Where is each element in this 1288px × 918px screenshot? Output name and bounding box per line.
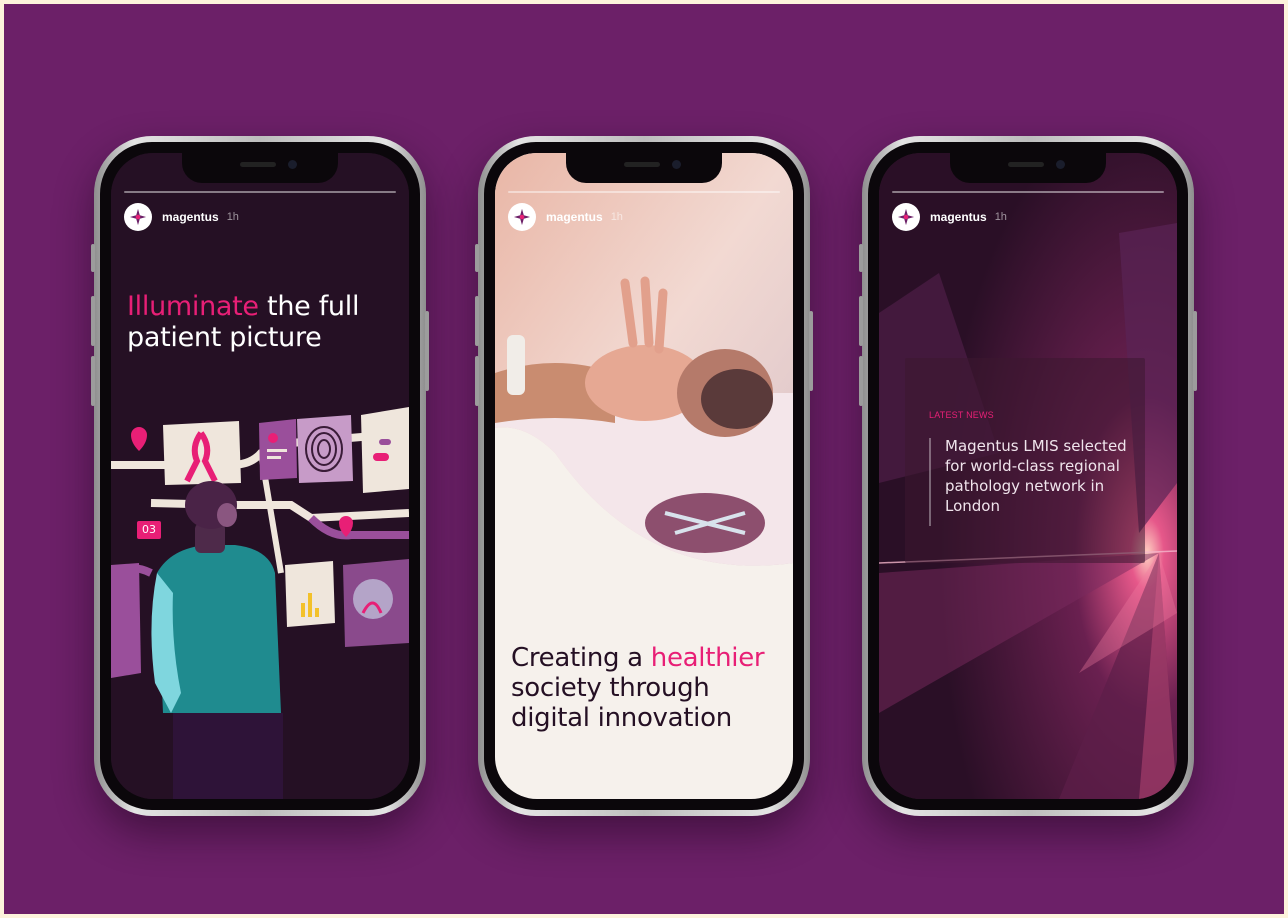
fingerprint-panel — [297, 415, 353, 483]
news-card[interactable]: LATEST NEWS Magentus LMIS selected for w… — [905, 358, 1145, 563]
story-progress-bar — [892, 191, 1164, 193]
scan-panel — [343, 559, 409, 647]
news-headline[interactable]: Magentus LMIS selected for world-class r… — [945, 436, 1135, 516]
mockup-stage: 03 Illuminate the full patient picture m… — [4, 4, 1284, 914]
username[interactable]: magentus — [930, 210, 987, 224]
phone-mockup-2: Creating a healthier society through dig… — [475, 136, 813, 816]
news-divider — [929, 438, 931, 526]
camera-icon — [672, 160, 681, 169]
chart-panel — [285, 561, 335, 627]
avatar[interactable] — [892, 203, 920, 231]
story-progress-bar — [508, 191, 780, 193]
news-label: LATEST NEWS — [929, 410, 994, 420]
username[interactable]: magentus — [546, 210, 603, 224]
phone-power-button — [425, 311, 429, 391]
post-time: 1h — [994, 211, 1007, 223]
phone-volume-up — [91, 296, 95, 346]
story-1-headline: Illuminate the full patient picture — [127, 291, 359, 353]
avatar[interactable] — [124, 203, 152, 231]
headline-highlight: healthier — [650, 643, 765, 673]
ribbon-panel — [163, 421, 241, 485]
story-badge-number: 03 — [137, 521, 161, 539]
profile-panel — [259, 419, 297, 480]
speaker-icon — [624, 162, 660, 167]
story-header[interactable]: magentus 1h — [124, 203, 239, 231]
phone-side-button — [475, 244, 479, 272]
speaker-icon — [240, 162, 276, 167]
phone-side-button — [859, 244, 863, 272]
headline-highlight: Illuminate — [127, 291, 259, 322]
phone-volume-down — [859, 356, 863, 406]
magentus-logo-icon — [129, 208, 147, 226]
camera-icon — [288, 160, 297, 169]
post-time: 1h — [610, 211, 623, 223]
phone-mockup-3: LATEST NEWS Magentus LMIS selected for w… — [859, 136, 1197, 816]
phone-side-button — [91, 244, 95, 272]
phone-volume-down — [91, 356, 95, 406]
headline-text: the full — [258, 291, 360, 322]
phone-mockup-1: 03 Illuminate the full patient picture m… — [91, 136, 429, 816]
story-2-headline: Creating a healthier society through dig… — [511, 643, 765, 733]
phone-power-button — [1193, 311, 1197, 391]
headline-text: Creating a — [511, 643, 651, 673]
phone-volume-down — [475, 356, 479, 406]
magentus-logo-icon — [513, 208, 531, 226]
phone-notch — [182, 153, 338, 183]
camera-icon — [1056, 160, 1065, 169]
post-time: 1h — [226, 211, 239, 223]
magentus-logo-icon — [897, 208, 915, 226]
pills-panel — [361, 407, 409, 493]
headline-text-line3: digital innovation — [511, 703, 732, 733]
phone-notch — [566, 153, 722, 183]
username[interactable]: magentus — [162, 210, 219, 224]
story-header[interactable]: magentus 1h — [508, 203, 623, 231]
story-header[interactable]: magentus 1h — [892, 203, 1007, 231]
headline-text-line2: society through — [511, 673, 710, 703]
story-progress-bar — [124, 191, 396, 193]
phone-power-button — [809, 311, 813, 391]
phone-notch — [950, 153, 1106, 183]
avatar[interactable] — [508, 203, 536, 231]
headline-text-line2: patient picture — [127, 322, 322, 353]
phone-volume-up — [475, 296, 479, 346]
phone-volume-up — [859, 296, 863, 346]
speaker-icon — [1008, 162, 1044, 167]
